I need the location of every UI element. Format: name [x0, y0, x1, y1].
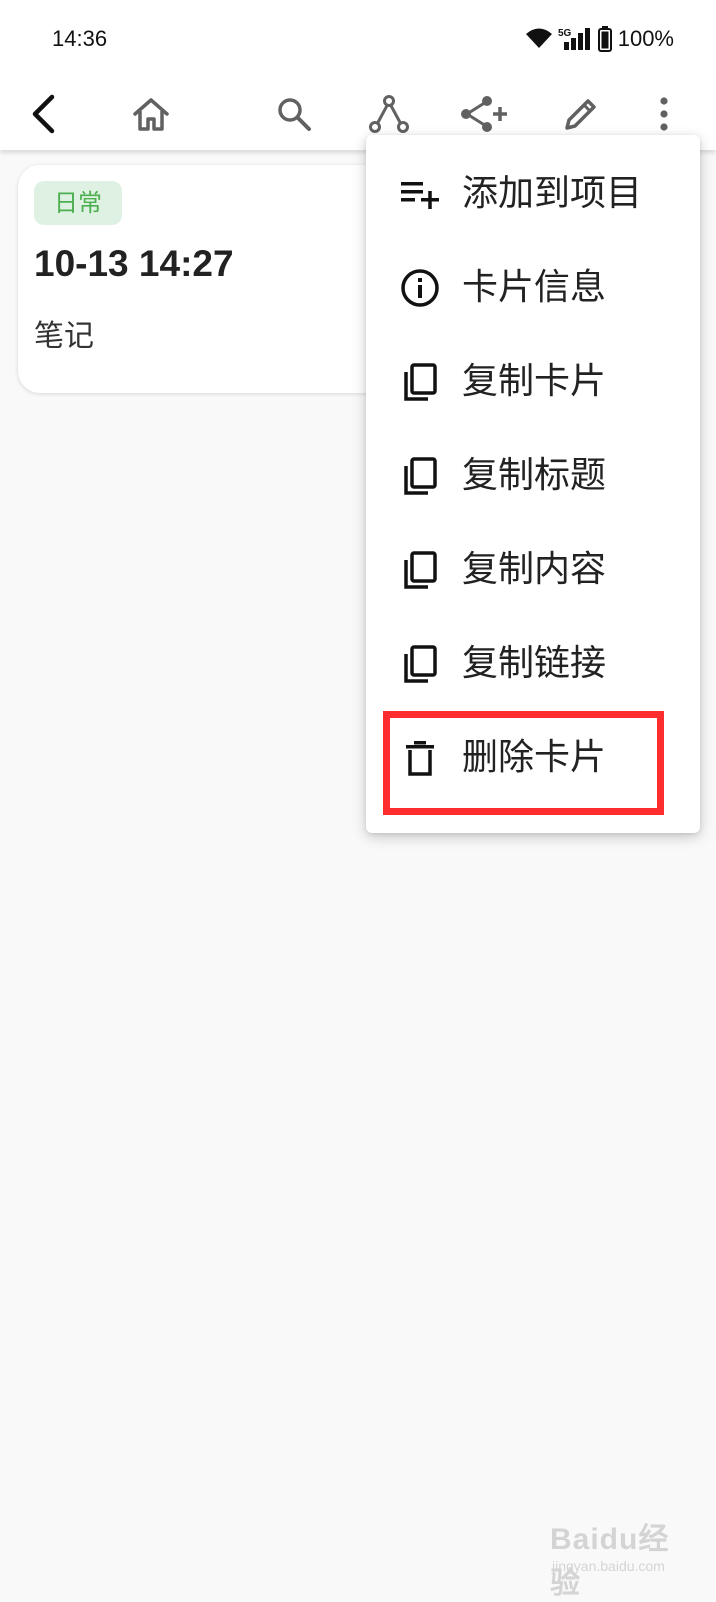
- battery-icon: [597, 26, 612, 52]
- card-content: 笔记: [34, 319, 94, 354]
- copy-icon: [400, 644, 440, 684]
- wifi-icon: [524, 27, 554, 51]
- search-icon: [278, 98, 311, 131]
- status-bar: 14:36 5G 100%: [0, 0, 716, 80]
- more-vertical-icon: [660, 97, 668, 131]
- menu-item-label: 复制链接: [462, 643, 607, 684]
- info-icon: [400, 268, 440, 308]
- menu-item-label: 复制卡片: [462, 361, 607, 402]
- battery-percent: 100%: [617, 26, 674, 51]
- menu-item-label: 卡片信息: [462, 267, 607, 308]
- copy-icon: [400, 456, 440, 496]
- copy-icon: [400, 550, 440, 590]
- share-plus-icon: [461, 96, 507, 132]
- copy-icon: [400, 362, 440, 402]
- more-options-button[interactable]: [636, 86, 692, 142]
- trash-icon: [400, 738, 440, 778]
- menu-item-copy-link[interactable]: 复制链接: [366, 617, 700, 711]
- back-button[interactable]: [16, 86, 72, 142]
- menu-item-card-info[interactable]: 卡片信息: [366, 241, 700, 335]
- status-time: 14:36: [52, 26, 108, 51]
- category-tag[interactable]: 日常: [34, 181, 122, 225]
- menu-item-label: 添加到项目: [462, 173, 643, 214]
- menu-item-add-to-project[interactable]: 添加到项目: [366, 147, 700, 241]
- share-add-button[interactable]: [456, 86, 512, 142]
- watermark: Baidu经验 jingyan.baidu.com: [548, 1514, 698, 1600]
- watermark-url: jingyan.baidu.com: [552, 1558, 665, 1574]
- edit-button[interactable]: [553, 86, 609, 142]
- home-button[interactable]: [123, 86, 179, 142]
- menu-item-label: 删除卡片: [462, 737, 607, 778]
- menu-item-label: 复制标题: [462, 455, 607, 496]
- graph-icon: [369, 95, 409, 133]
- menu-item-copy-card[interactable]: 复制卡片: [366, 335, 700, 429]
- search-button[interactable]: [266, 86, 322, 142]
- graph-button[interactable]: [361, 86, 417, 142]
- card-title: 10-13 14:27: [34, 243, 234, 284]
- network-type-label: 5G: [558, 28, 572, 39]
- home-icon: [133, 98, 169, 131]
- overflow-menu: 添加到项目 卡片信息 复制卡片 复制标题 复制内容 复制链接 删除卡片: [366, 135, 700, 833]
- edit-icon: [565, 99, 596, 130]
- menu-item-label: 复制内容: [462, 549, 607, 590]
- playlist-add-icon: [400, 174, 440, 214]
- menu-item-copy-title[interactable]: 复制标题: [366, 429, 700, 523]
- status-indicators: 5G 100%: [524, 24, 674, 54]
- menu-item-delete-card[interactable]: 删除卡片: [366, 711, 700, 805]
- cellular-signal-icon: 5G: [558, 26, 594, 52]
- back-icon: [32, 94, 55, 134]
- menu-item-copy-content[interactable]: 复制内容: [366, 523, 700, 617]
